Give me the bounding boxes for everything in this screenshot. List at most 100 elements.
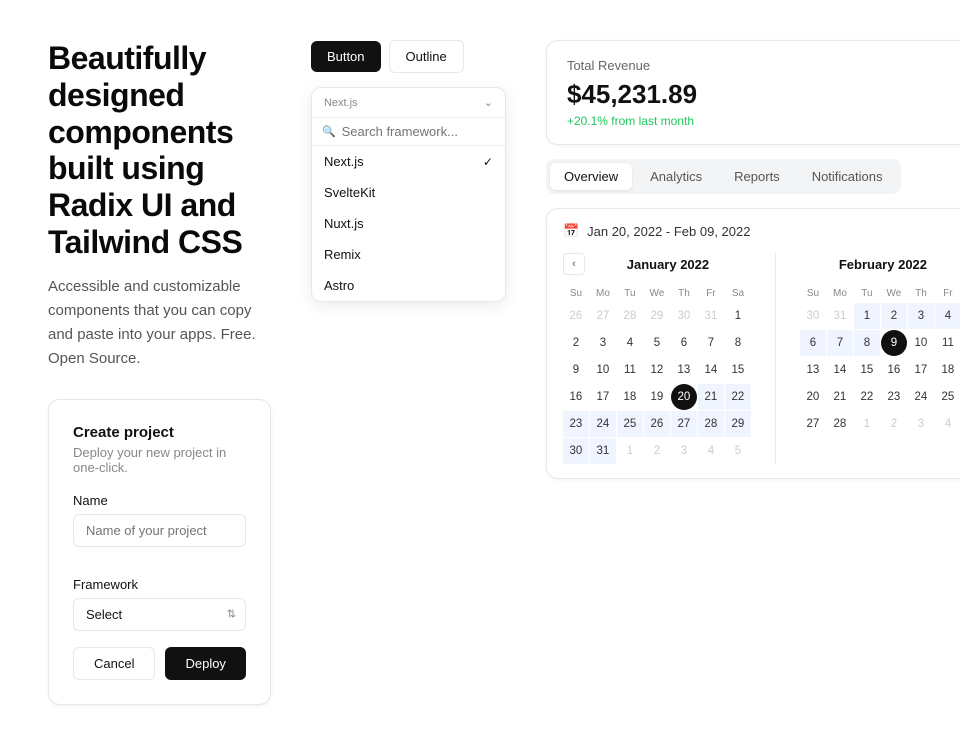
cal-day[interactable]: 14 xyxy=(827,357,853,383)
deploy-button[interactable]: Deploy xyxy=(165,647,245,680)
dropdown-item-sveltekit[interactable]: SvelteKit xyxy=(312,177,505,208)
tab-overview[interactable]: Overview xyxy=(550,163,632,190)
cal-day[interactable]: 26 xyxy=(644,411,670,437)
framework-select[interactable]: Select Next.js SvelteKit Nuxt.js Remix A… xyxy=(73,598,246,631)
cal-day[interactable]: 4 xyxy=(935,303,960,329)
cal-day[interactable]: 30 xyxy=(671,303,697,329)
outline-button[interactable]: Outline xyxy=(389,40,464,73)
cal-day[interactable]: 5 xyxy=(644,330,670,356)
cal-day[interactable]: 2 xyxy=(644,438,670,464)
search-icon: 🔍 xyxy=(322,125,336,138)
cal-day[interactable]: 17 xyxy=(590,384,616,410)
dropdown-item-astro[interactable]: Astro xyxy=(312,270,505,301)
cal-day[interactable]: 18 xyxy=(617,384,643,410)
feb-day-th: Th xyxy=(908,285,934,302)
cal-day[interactable]: 8 xyxy=(854,330,880,356)
jan-day-su: Su xyxy=(563,285,589,302)
filled-button[interactable]: Button xyxy=(311,41,381,72)
cal-day[interactable]: 4 xyxy=(698,438,724,464)
cal-day[interactable]: 18 xyxy=(935,357,960,383)
cal-day[interactable]: 17 xyxy=(908,357,934,383)
cal-day[interactable]: 23 xyxy=(881,384,907,410)
name-field-group: Name xyxy=(73,493,246,561)
cal-day[interactable]: 3 xyxy=(908,411,934,437)
project-name-input[interactable] xyxy=(73,514,246,547)
cal-day[interactable]: 25 xyxy=(935,384,960,410)
framework-field-group: Framework Select Next.js SvelteKit Nuxt.… xyxy=(73,577,246,631)
dropdown-item-nextjs[interactable]: Next.js ✓ xyxy=(312,146,505,177)
cancel-button[interactable]: Cancel xyxy=(73,647,155,680)
cal-day[interactable]: 4 xyxy=(617,330,643,356)
cal-day[interactable]: 19 xyxy=(644,384,670,410)
cal-day[interactable]: 30 xyxy=(800,303,826,329)
framework-select-wrapper: Select Next.js SvelteKit Nuxt.js Remix A… xyxy=(73,598,246,631)
cal-day[interactable]: 24 xyxy=(908,384,934,410)
cal-day[interactable]: 1 xyxy=(725,303,751,329)
cal-day[interactable]: 31 xyxy=(698,303,724,329)
dropdown-item-nuxtjs[interactable]: Nuxt.js xyxy=(312,208,505,239)
cal-day[interactable]: 7 xyxy=(698,330,724,356)
cal-day[interactable]: 10 xyxy=(590,357,616,383)
dropdown-search-input[interactable] xyxy=(342,124,495,139)
cal-day[interactable]: 2 xyxy=(563,330,589,356)
cal-day[interactable]: 20 xyxy=(800,384,826,410)
cal-day[interactable]: 23 xyxy=(563,411,589,437)
cal-day[interactable]: 27 xyxy=(590,303,616,329)
cal-day[interactable]: 15 xyxy=(725,357,751,383)
revenue-label: Total Revenue xyxy=(567,58,650,73)
cal-day[interactable]: 24 xyxy=(590,411,616,437)
cal-day[interactable]: 2 xyxy=(881,411,907,437)
dropdown-item-remix[interactable]: Remix xyxy=(312,239,505,270)
cal-day[interactable]: 31 xyxy=(827,303,853,329)
cal-day[interactable]: 25 xyxy=(617,411,643,437)
cal-day[interactable]: 21 xyxy=(698,384,724,410)
tab-reports[interactable]: Reports xyxy=(720,163,794,190)
cal-day[interactable]: 27 xyxy=(800,411,826,437)
cal-day[interactable]: 5 xyxy=(725,438,751,464)
cal-day[interactable]: 6 xyxy=(800,330,826,356)
cal-day[interactable]: 16 xyxy=(563,384,589,410)
cal-day[interactable]: 9 xyxy=(563,357,589,383)
cal-day[interactable]: 13 xyxy=(671,357,697,383)
cal-day[interactable]: 2 xyxy=(881,303,907,329)
cal-day[interactable]: 26 xyxy=(563,303,589,329)
cal-day[interactable]: 15 xyxy=(854,357,880,383)
cal-day[interactable]: 22 xyxy=(854,384,880,410)
cal-day[interactable]: 10 xyxy=(908,330,934,356)
cal-day[interactable]: 27 xyxy=(671,411,697,437)
cal-day[interactable]: 22 xyxy=(725,384,751,410)
cal-day[interactable]: 3 xyxy=(908,303,934,329)
tab-analytics[interactable]: Analytics xyxy=(636,163,716,190)
cal-day[interactable]: 11 xyxy=(617,357,643,383)
cal-day[interactable]: 3 xyxy=(671,438,697,464)
cal-day[interactable]: 28 xyxy=(827,411,853,437)
revenue-amount: $45,231.89 xyxy=(567,79,960,110)
dropdown-trigger[interactable]: Next.js ⌄ xyxy=(312,88,505,118)
cal-day-range-end[interactable]: 9 xyxy=(881,330,907,356)
cal-day[interactable]: 29 xyxy=(725,411,751,437)
left-column: Beautifully designed components built us… xyxy=(48,40,271,705)
cal-day[interactable]: 28 xyxy=(617,303,643,329)
prev-month-button[interactable]: ‹ xyxy=(563,253,585,275)
cal-day[interactable]: 30 xyxy=(563,438,589,464)
cal-day[interactable]: 1 xyxy=(854,411,880,437)
cal-day-range-start[interactable]: 20 xyxy=(671,384,697,410)
cal-day[interactable]: 6 xyxy=(671,330,697,356)
tab-notifications[interactable]: Notifications xyxy=(798,163,897,190)
cal-day[interactable]: 13 xyxy=(800,357,826,383)
cal-day[interactable]: 1 xyxy=(617,438,643,464)
cal-day[interactable]: 12 xyxy=(644,357,670,383)
cal-day[interactable]: 28 xyxy=(698,411,724,437)
cal-day[interactable]: 7 xyxy=(827,330,853,356)
cal-day[interactable]: 3 xyxy=(590,330,616,356)
cal-day[interactable]: 31 xyxy=(590,438,616,464)
cal-day[interactable]: 8 xyxy=(725,330,751,356)
cal-day[interactable]: 1 xyxy=(854,303,880,329)
cal-day[interactable]: 4 xyxy=(935,411,960,437)
cal-day[interactable]: 16 xyxy=(881,357,907,383)
cal-day[interactable]: 11 xyxy=(935,330,960,356)
main-layout: Beautifully designed components built us… xyxy=(48,40,912,705)
cal-day[interactable]: 29 xyxy=(644,303,670,329)
cal-day[interactable]: 21 xyxy=(827,384,853,410)
cal-day[interactable]: 14 xyxy=(698,357,724,383)
